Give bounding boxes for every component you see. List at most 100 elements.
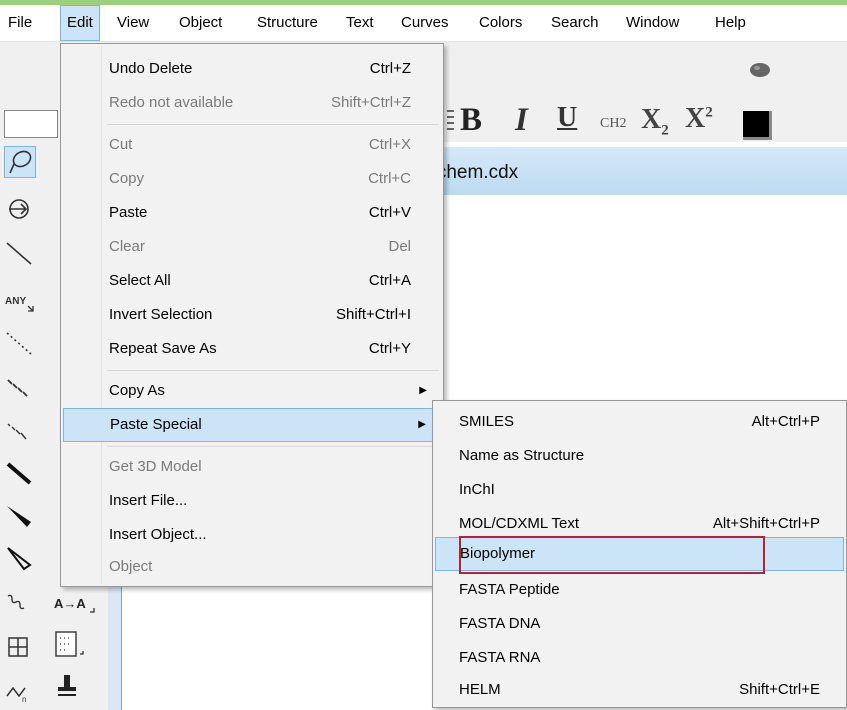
menu-item-label: Copy As xyxy=(109,382,165,399)
atom-map-icon: A→A xyxy=(54,596,95,613)
menu-item-get-3d-model[interactable]: Get 3D Model xyxy=(63,450,441,484)
hashed-bond-tool[interactable] xyxy=(4,372,36,404)
svg-text:n: n xyxy=(22,695,26,704)
menu-search[interactable]: Search xyxy=(545,5,605,41)
menu-item-copy[interactable]: Copy Ctrl+C xyxy=(63,162,441,196)
menu-item-object[interactable]: Object xyxy=(63,550,441,584)
annotation-highlight-box xyxy=(459,536,765,574)
menu-file[interactable]: File xyxy=(2,5,38,41)
menu-item-shortcut: Ctrl+C xyxy=(368,170,411,187)
tlc-tool[interactable] xyxy=(52,628,84,660)
menu-item-shortcut: Shift+Ctrl+I xyxy=(335,306,411,323)
bold-button[interactable]: B xyxy=(460,102,482,139)
menu-item-label: FASTA DNA xyxy=(459,615,541,632)
menu-item-label: Select All xyxy=(109,272,171,289)
menu-item-label: Paste xyxy=(109,204,148,221)
dashed-bond-icon xyxy=(6,332,32,355)
menu-edit[interactable]: Edit xyxy=(60,5,100,41)
chain-tool[interactable]: n xyxy=(4,674,36,706)
menu-item-label: Copy xyxy=(109,170,145,187)
table-tool[interactable] xyxy=(4,632,36,664)
menu-item-label: SMILES xyxy=(459,413,515,430)
menu-item-label: Object xyxy=(109,558,153,575)
menu-separator xyxy=(107,124,439,125)
blob-icon[interactable] xyxy=(748,60,772,80)
menu-item-copy-as[interactable]: Copy As ▶ xyxy=(63,374,441,408)
wavy-bond-tool[interactable] xyxy=(4,588,36,620)
lasso-tool[interactable] xyxy=(4,146,36,178)
submenu-item-fasta-dna[interactable]: FASTA DNA xyxy=(435,607,844,641)
superscript-button[interactable]: X2 xyxy=(685,103,713,135)
menu-colors[interactable]: Colors xyxy=(473,5,528,41)
menu-curves[interactable]: Curves xyxy=(395,5,455,41)
menu-object[interactable]: Object xyxy=(173,5,228,41)
menu-text[interactable]: Text xyxy=(340,5,380,41)
menu-item-shortcut: Ctrl+X xyxy=(368,136,411,153)
menu-item-label: Invert Selection xyxy=(109,306,213,323)
style-field[interactable] xyxy=(4,110,58,138)
menu-item-label: HELM xyxy=(459,681,501,698)
circle-arrow-icon xyxy=(9,199,29,219)
menu-window[interactable]: Window xyxy=(620,5,685,41)
any-bond-label: ANY xyxy=(5,296,26,307)
tlc-plate-icon xyxy=(55,631,84,657)
align-icon[interactable] xyxy=(445,108,455,132)
menu-structure[interactable]: Structure xyxy=(251,5,324,41)
subscript-button[interactable]: X2 xyxy=(641,104,669,140)
menu-view[interactable]: View xyxy=(111,5,155,41)
any-bond-icon: ANY xyxy=(5,296,34,312)
menu-item-label: Undo Delete xyxy=(109,60,193,77)
submenu-item-fasta-peptide[interactable]: FASTA Peptide xyxy=(435,573,844,607)
wedge-bond-icon xyxy=(7,506,31,527)
submenu-item-inchi[interactable]: InChI xyxy=(435,473,844,507)
menu-item-label: Clear xyxy=(109,238,145,255)
lasso-icon xyxy=(9,150,32,174)
menu-item-insert-object[interactable]: Insert Object... xyxy=(63,518,441,552)
bold-bond-tool[interactable] xyxy=(4,458,36,490)
dashed-bond-tool[interactable] xyxy=(4,328,36,360)
mapping-tool[interactable]: A→A xyxy=(52,588,102,620)
menu-item-invert-selection[interactable]: Invert Selection Shift+Ctrl+I xyxy=(63,298,441,332)
text-color-swatch[interactable] xyxy=(743,111,772,140)
menu-item-clear[interactable]: Clear Del xyxy=(63,230,441,264)
hollow-wedge-tool[interactable] xyxy=(4,542,36,574)
submenu-item-fasta-rna[interactable]: FASTA RNA xyxy=(435,641,844,675)
arrow-tool[interactable] xyxy=(4,194,36,226)
hashed-wedge-icon xyxy=(7,423,27,440)
italic-button[interactable]: I xyxy=(515,102,528,139)
menu-item-paste[interactable]: Paste Ctrl+V xyxy=(63,196,441,230)
underline-button[interactable]: U xyxy=(557,102,577,134)
submenu-item-helm[interactable]: HELM Shift+Ctrl+E xyxy=(435,673,844,707)
menu-item-select-all[interactable]: Select All Ctrl+A xyxy=(63,264,441,298)
menu-item-label: Repeat Save As xyxy=(109,340,217,357)
menu-separator xyxy=(107,446,439,447)
edit-menu: Undo Delete Ctrl+Z Redo not available Shif… xyxy=(60,43,444,587)
menu-item-insert-file[interactable]: Insert File... xyxy=(63,484,441,518)
submenu-item-name-as-structure[interactable]: Name as Structure xyxy=(435,439,844,473)
stamp-icon xyxy=(58,675,76,696)
menu-item-label: Get 3D Model xyxy=(109,458,202,475)
menu-item-shortcut: Ctrl+Z xyxy=(369,60,411,77)
menu-item-shortcut: Shift+Ctrl+Z xyxy=(330,94,411,111)
submenu-arrow-icon: ▶ xyxy=(418,419,426,430)
menu-item-undo-delete[interactable]: Undo Delete Ctrl+Z xyxy=(63,52,441,86)
menu-item-redo[interactable]: Redo not available Shift+Ctrl+Z xyxy=(63,86,441,120)
menu-item-repeat-save-as[interactable]: Repeat Save As Ctrl+Y xyxy=(63,332,441,366)
menu-item-label: FASTA RNA xyxy=(459,649,541,666)
subscript-letter: X xyxy=(641,104,662,135)
bond-tool[interactable] xyxy=(4,238,36,270)
hashed-wedge-tool[interactable] xyxy=(4,416,36,448)
menu-help[interactable]: Help xyxy=(709,5,752,41)
stamp-tool[interactable] xyxy=(52,670,84,702)
atom-map-label: A→A xyxy=(54,596,86,611)
single-bond-icon xyxy=(6,242,32,265)
hollow-wedge-icon xyxy=(7,547,32,571)
any-bond-tool[interactable]: ANY xyxy=(4,284,36,316)
wedge-bond-tool[interactable] xyxy=(4,500,36,532)
wavy-bond-icon xyxy=(7,594,25,610)
submenu-item-smiles[interactable]: SMILES Alt+Ctrl+P xyxy=(435,405,844,439)
menu-item-cut[interactable]: Cut Ctrl+X xyxy=(63,128,441,162)
menu-item-paste-special[interactable]: Paste Special ▶ xyxy=(63,408,441,442)
menu-item-shortcut: Ctrl+A xyxy=(368,272,411,289)
formula-button[interactable]: CH2 xyxy=(600,116,626,132)
